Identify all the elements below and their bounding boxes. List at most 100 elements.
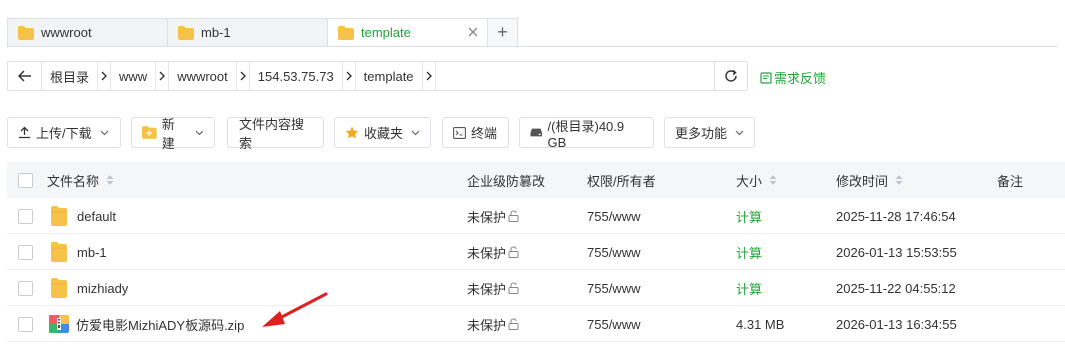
favorites-label: 收藏夹 [364, 126, 404, 141]
breadcrumb-root[interactable]: 根目录 [42, 62, 112, 90]
unlock-icon [508, 282, 519, 294]
protect-cell[interactable]: 未保护 [467, 306, 519, 342]
header-perm: 权限/所有者 [587, 173, 656, 189]
chevron-down-icon [100, 130, 109, 135]
header-note: 备注 [997, 173, 1024, 189]
file-content-search-button[interactable]: 文件内容搜索 [227, 117, 324, 151]
more-functions-label: 更多功能 [675, 126, 728, 141]
table-row[interactable]: mb-1 未保护 755/www 计算 2026-01-13 15:53:55 [7, 234, 1065, 270]
disk-button[interactable]: /(根目录)40.9 GB [519, 117, 654, 150]
perm-cell[interactable]: 755/www [587, 234, 640, 270]
protect-status: 未保护 [467, 281, 507, 297]
mtime-cell: 2025-11-22 04:55:12 [836, 280, 956, 296]
tab-label: mb-1 [201, 25, 231, 40]
sort-icon [106, 175, 114, 185]
breadcrumb-site[interactable]: 154.53.75.73 [250, 62, 356, 90]
favorites-button[interactable]: 收藏夹 [334, 117, 431, 148]
file-name: mb-1 [77, 244, 107, 260]
breadcrumb-template[interactable]: template [356, 62, 436, 90]
table-row[interactable]: 仿爱电影MizhiADY板源码.zip 未保护 755/www 4.31 MB … [7, 306, 1065, 342]
terminal-label: 终端 [471, 126, 498, 141]
size-calc-link[interactable]: 计算 [736, 270, 762, 306]
protect-status: 未保护 [467, 209, 507, 225]
size-calc-link[interactable]: 计算 [736, 234, 762, 270]
chevron-right-icon[interactable] [235, 62, 250, 90]
file-name: 仿爱电影MizhiADY板源码.zip [76, 317, 245, 333]
upload-download-button[interactable]: 上传/下载 [7, 117, 121, 148]
new-label: 新建 [161, 116, 175, 151]
header-mtime[interactable]: 修改时间 [836, 162, 903, 198]
refresh-button[interactable] [714, 62, 747, 90]
file-content-search-label: 文件内容搜索 [239, 116, 305, 151]
header-mtime-label: 修改时间 [836, 173, 889, 189]
tab-wwwroot[interactable]: wwwroot [7, 18, 167, 47]
mtime-cell: 2025-11-28 17:46:54 [836, 208, 956, 224]
header-name[interactable]: 文件名称 [47, 162, 114, 198]
row-checkbox[interactable] [18, 281, 33, 296]
breadcrumb-label: template [363, 68, 414, 84]
breadcrumb-wwwroot[interactable]: wwwroot [169, 62, 250, 90]
new-button[interactable]: 新建 [131, 117, 215, 151]
upload-icon [19, 126, 30, 139]
row-checkbox[interactable] [18, 245, 33, 260]
tab-bar: wwwroot mb-1 template + [7, 18, 518, 47]
tab-label: wwwroot [41, 25, 92, 40]
breadcrumb-label: www [119, 68, 148, 84]
perm-cell[interactable]: 755/www [587, 198, 640, 234]
disk-label: /(根目录)40.9 GB [547, 118, 625, 150]
perm-cell[interactable]: 755/www [587, 306, 640, 342]
tab-label: template [361, 25, 411, 40]
size-calc-link[interactable]: 计算 [736, 198, 762, 234]
file-name: mizhiady [77, 280, 129, 296]
tab-template[interactable]: template [327, 18, 487, 47]
folder-icon [178, 25, 194, 40]
feedback-link[interactable]: 需求反馈 [760, 68, 826, 87]
header-protect: 企业级防篡改 [467, 173, 546, 189]
file-name-cell[interactable]: mizhiady [51, 270, 128, 306]
add-tab-button[interactable]: + [487, 18, 518, 47]
chevron-right-icon[interactable] [421, 62, 436, 90]
file-name-cell[interactable]: mb-1 [51, 234, 107, 270]
mtime-cell: 2026-01-13 15:53:55 [836, 244, 957, 260]
star-icon [345, 126, 359, 139]
chevron-right-icon[interactable] [341, 62, 356, 90]
unlock-icon [508, 318, 519, 330]
breadcrumb-label: 根目录 [50, 69, 90, 85]
unlock-icon [508, 246, 519, 258]
chevron-right-icon[interactable] [97, 62, 112, 90]
upload-download-label: 上传/下载 [36, 126, 92, 141]
file-name-cell[interactable]: default [51, 198, 116, 234]
path-bar[interactable]: 根目录 www wwwroot 154.53.75.73 template [7, 61, 748, 91]
chevron-right-icon[interactable] [155, 62, 170, 90]
chevron-down-icon [411, 130, 420, 135]
protect-cell[interactable]: 未保护 [467, 198, 519, 234]
row-checkbox[interactable] [18, 317, 33, 332]
more-functions-button[interactable]: 更多功能 [664, 117, 755, 148]
table-header: 文件名称 企业级防篡改 权限/所有者 大小 修改时间 备注 [7, 162, 1065, 198]
close-icon[interactable] [467, 26, 479, 38]
tab-mb-1[interactable]: mb-1 [167, 18, 327, 47]
file-table: 文件名称 企业级防篡改 权限/所有者 大小 修改时间 备注 default 未保… [7, 162, 1065, 342]
row-checkbox[interactable] [18, 209, 33, 224]
refresh-icon [725, 69, 737, 82]
protect-cell[interactable]: 未保护 [467, 234, 519, 270]
select-all-checkbox[interactable] [18, 173, 33, 188]
header-name-label: 文件名称 [47, 173, 100, 189]
breadcrumb-www[interactable]: www [111, 62, 170, 90]
header-size[interactable]: 大小 [736, 162, 777, 198]
table-row[interactable]: mizhiady 未保护 755/www 计算 2025-11-22 04:55… [7, 270, 1065, 306]
back-button[interactable] [8, 62, 42, 90]
feedback-label: 需求反馈 [774, 71, 827, 86]
arrow-left-icon [17, 70, 31, 82]
perm-cell[interactable]: 755/www [587, 270, 640, 306]
feedback-icon [760, 71, 772, 84]
file-name-cell[interactable]: 仿爱电影MizhiADY板源码.zip [49, 306, 244, 342]
terminal-button[interactable]: 终端 [442, 117, 509, 148]
chevron-down-icon [735, 130, 744, 135]
tab-divider [7, 46, 1058, 47]
protect-cell[interactable]: 未保护 [467, 270, 519, 306]
sort-icon [895, 175, 903, 185]
table-row[interactable]: default 未保护 755/www 计算 2025-11-28 17:46:… [7, 198, 1065, 234]
breadcrumb-label: wwwroot [177, 68, 228, 84]
breadcrumb-label: 154.53.75.73 [257, 68, 334, 84]
